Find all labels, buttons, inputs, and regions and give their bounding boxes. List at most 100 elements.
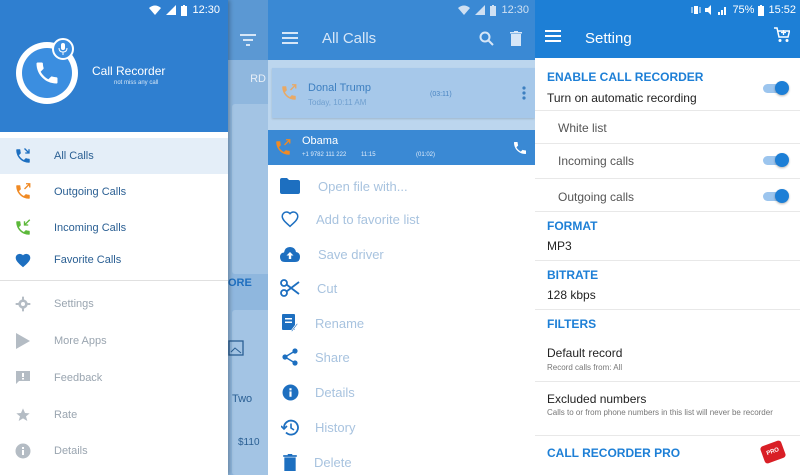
- app-bar: 75% 15:52 Setting: [535, 0, 800, 58]
- background-more-label: ORE: [228, 277, 252, 289]
- divider: [535, 435, 800, 436]
- action-add-favorite[interactable]: Add to favorite list: [268, 202, 535, 236]
- action-label: History: [315, 419, 356, 435]
- battery-icon: [490, 4, 497, 16]
- action-label: Cut: [317, 280, 338, 296]
- filter-icon: [240, 34, 256, 46]
- divider: [535, 110, 800, 111]
- play-store-icon: [14, 332, 32, 350]
- caller-name: Donal Trump: [308, 82, 371, 94]
- more-vert-icon[interactable]: [522, 86, 526, 100]
- divider: [535, 211, 800, 212]
- outgoing-calls-label: Outgoing calls: [558, 190, 635, 204]
- action-open-file[interactable]: Open file with...: [268, 169, 535, 203]
- format-value[interactable]: MP3: [547, 239, 572, 253]
- status-time: 12:30: [192, 4, 220, 16]
- outgoing-calls-toggle[interactable]: [763, 189, 789, 203]
- app-bar: 12:30 All Calls: [268, 0, 535, 60]
- drawer-item-label: Outgoing Calls: [54, 186, 127, 198]
- drawer-item-outgoing-calls[interactable]: Outgoing Calls: [0, 174, 228, 210]
- call-row[interactable]: Donal Trump Today, 10:11 AM (03:11): [272, 68, 535, 118]
- background-tab: RD: [228, 60, 268, 98]
- drawer-item-feedback[interactable]: Feedback: [0, 360, 228, 396]
- pro-badge[interactable]: PRO: [759, 439, 787, 465]
- drawer-item-label: More Apps: [54, 335, 107, 347]
- action-details[interactable]: Details: [268, 375, 535, 409]
- excluded-numbers-subtitle: Calls to or from phone numbers in this l…: [547, 408, 773, 417]
- page-title: Setting: [585, 30, 632, 47]
- signal-icon: [718, 7, 727, 15]
- history-icon: [280, 417, 300, 437]
- incoming-calls-toggle[interactable]: [763, 153, 789, 167]
- phone-icon: [36, 62, 58, 84]
- search-icon[interactable]: [479, 31, 494, 46]
- cart-icon[interactable]: [774, 27, 790, 43]
- divider: [535, 309, 800, 310]
- image-icon: [228, 340, 244, 356]
- background-text: Two: [232, 393, 253, 405]
- drawer-item-incoming-calls[interactable]: Incoming Calls: [0, 210, 228, 246]
- auto-record-toggle[interactable]: [763, 81, 789, 95]
- action-share[interactable]: Share: [268, 340, 535, 374]
- incoming-calls-label: Incoming calls: [558, 154, 635, 168]
- excluded-numbers-title[interactable]: Excluded numbers: [547, 392, 646, 406]
- signal-icon: [166, 5, 177, 15]
- divider: [535, 260, 800, 261]
- drawer-item-more-apps[interactable]: More Apps: [0, 323, 228, 359]
- page-title: All Calls: [322, 30, 377, 47]
- action-cut[interactable]: Cut: [268, 271, 535, 305]
- star-icon: [14, 406, 32, 424]
- drawer-item-label: Feedback: [54, 372, 103, 384]
- call-time: 11:15: [361, 152, 376, 158]
- action-label: Open file with...: [318, 178, 408, 194]
- action-delete[interactable]: Delete: [268, 445, 535, 475]
- app-tagline: not miss any call: [114, 80, 159, 86]
- menu-icon[interactable]: [545, 30, 561, 42]
- trash-icon[interactable]: [510, 31, 522, 46]
- bitrate-value[interactable]: 128 kbps: [547, 288, 596, 302]
- rename-icon: [280, 313, 300, 333]
- section-header-format: FORMAT: [547, 219, 598, 233]
- menu-icon[interactable]: [282, 32, 298, 44]
- drawer-item-favorite-calls[interactable]: Favorite Calls: [0, 242, 228, 278]
- background-app-bar: [228, 0, 268, 60]
- cloud-upload-icon: [280, 244, 300, 264]
- status-time: 12:30: [501, 4, 529, 16]
- action-label: Share: [315, 349, 350, 365]
- divider: [535, 381, 800, 382]
- vibrate-icon: [691, 6, 701, 14]
- background-card: [232, 104, 268, 274]
- settings-screen: 75% 15:52 Setting ENABLE CALL RECORDER T…: [535, 0, 800, 475]
- call-duration: (03:11): [430, 91, 452, 98]
- phone-icon[interactable]: [512, 140, 528, 156]
- action-history[interactable]: History: [268, 410, 535, 444]
- battery-icon: [758, 4, 765, 16]
- wifi-icon: [149, 5, 162, 15]
- default-record-title[interactable]: Default record: [547, 346, 622, 360]
- mic-badge: [52, 38, 74, 60]
- outgoing-call-icon: [14, 183, 32, 201]
- share-icon: [280, 347, 300, 367]
- action-rename[interactable]: Rename: [268, 306, 535, 340]
- battery-percent: 75%: [732, 4, 755, 16]
- drawer-header: 12:30 Call Recorder not miss any call: [0, 0, 228, 132]
- drawer-item-all-calls[interactable]: All Calls: [0, 138, 228, 174]
- drawer-item-rate[interactable]: Rate: [0, 397, 228, 433]
- action-label: Add to favorite list: [316, 211, 420, 227]
- white-list-item[interactable]: White list: [558, 121, 607, 135]
- action-label: Save driver: [318, 246, 384, 262]
- navigation-drawer-screen: RD ORE Two $110 12:30 Call Recorder not …: [0, 0, 268, 475]
- call-time: Today, 10:11 AM: [308, 98, 367, 107]
- action-save-driver[interactable]: Save driver: [268, 237, 535, 271]
- status-bar: 75% 15:52: [691, 0, 796, 20]
- drawer-item-settings[interactable]: Settings: [0, 286, 228, 322]
- wifi-icon: [458, 5, 471, 15]
- action-label: Details: [315, 384, 355, 400]
- section-header-pro: CALL RECORDER PRO: [547, 446, 681, 460]
- outgoing-call-icon: [276, 139, 291, 155]
- heart-outline-icon: [280, 209, 300, 229]
- folder-icon: [280, 176, 300, 196]
- drawer-item-details[interactable]: Details: [0, 433, 228, 469]
- call-row-selected[interactable]: Obama +1 9782 111 222 11:15 (01:02): [268, 130, 535, 165]
- drawer-item-label: All Calls: [54, 150, 94, 162]
